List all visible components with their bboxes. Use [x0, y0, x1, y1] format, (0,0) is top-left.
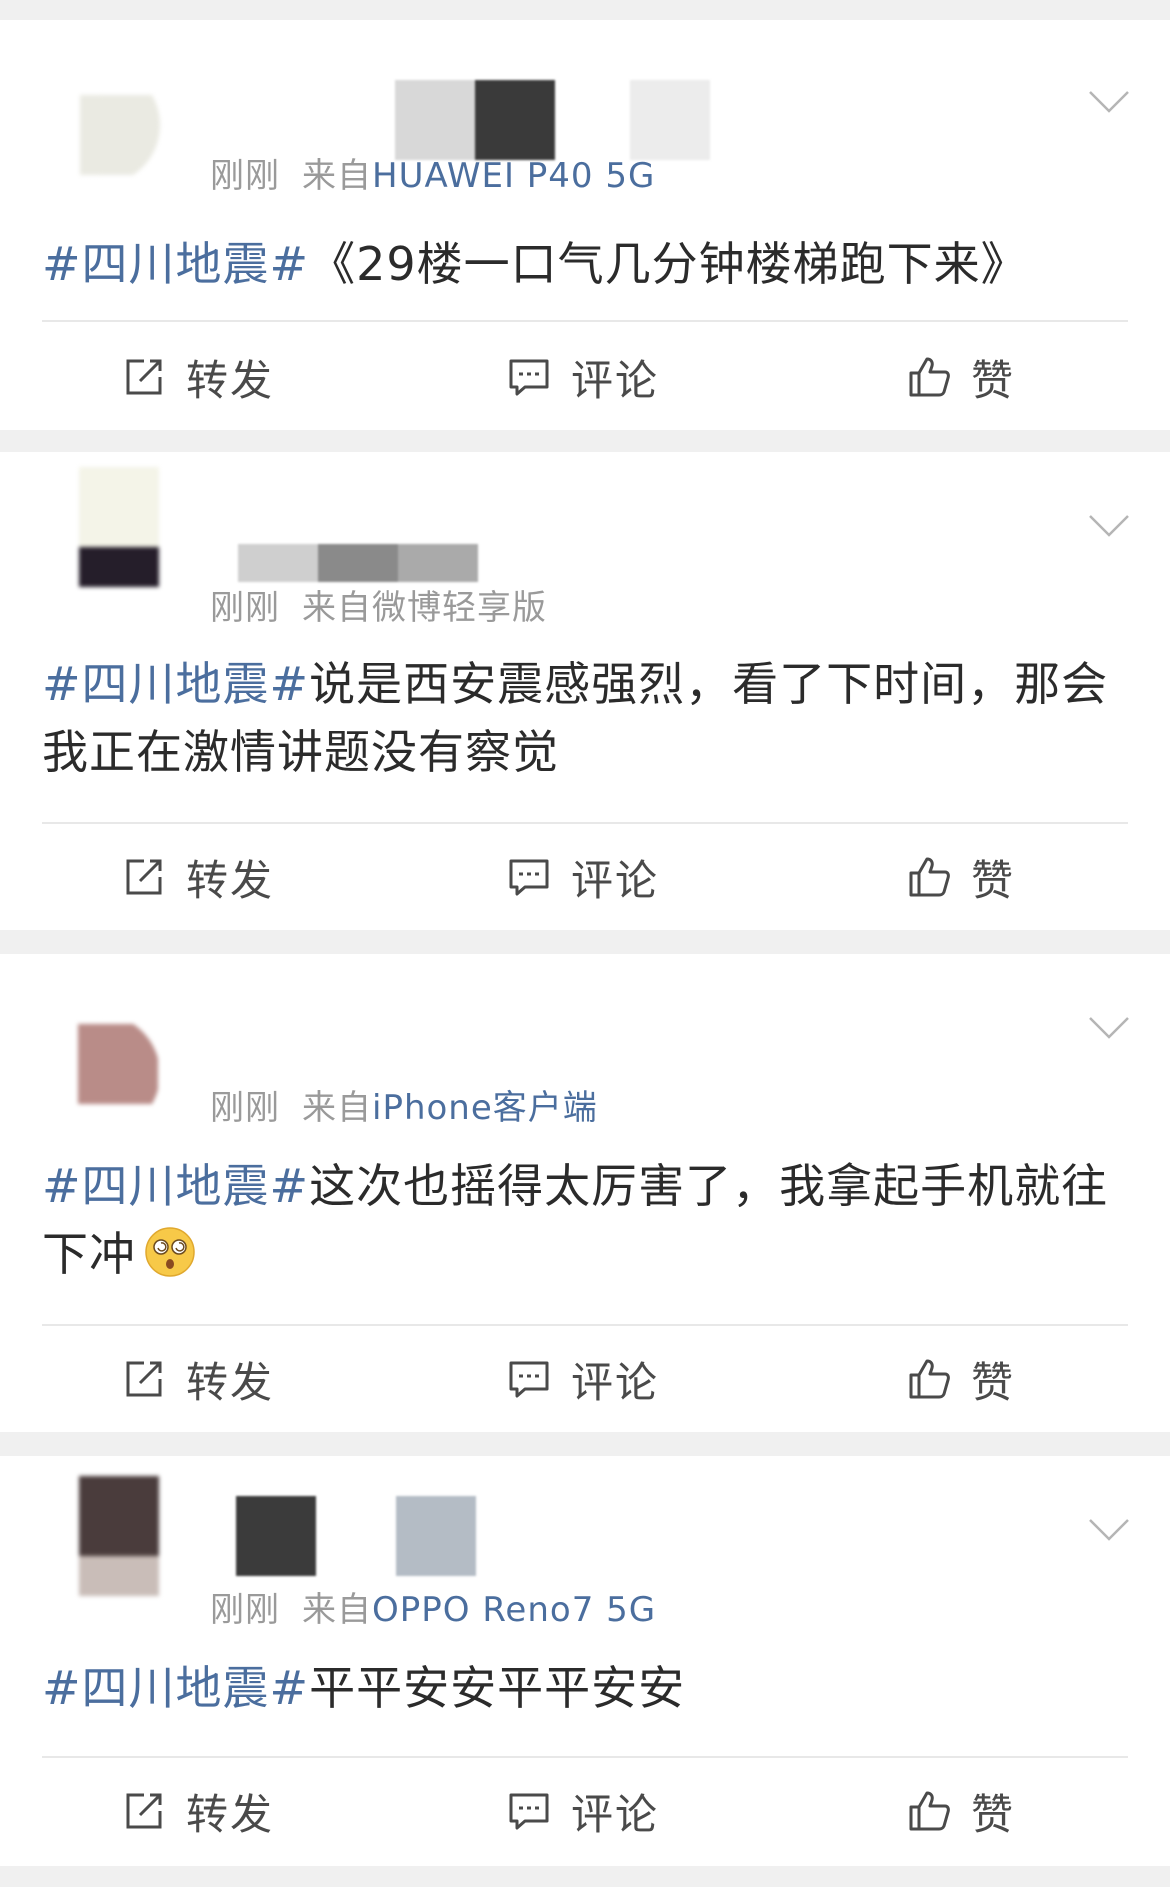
post-source[interactable]: iPhone客户端	[372, 1088, 598, 1128]
chevron-down-icon[interactable]	[1088, 1518, 1130, 1542]
post-text: #四川地震#这次也摇得太厉害了，我拿起手机就往下冲	[42, 1152, 1122, 1288]
post-source[interactable]: HUAWEI P40 5G	[372, 156, 655, 196]
like-label: 赞	[971, 355, 1016, 405]
repost-button[interactable]: 转发	[120, 824, 274, 930]
chevron-down-icon[interactable]	[1088, 90, 1130, 114]
topic-link[interactable]: #四川地震#	[42, 1159, 309, 1213]
comment-button[interactable]: 评论	[505, 1326, 659, 1432]
comment-label: 评论	[571, 1357, 660, 1407]
like-label: 赞	[971, 855, 1016, 905]
action-bar: 转发 评论 赞	[0, 324, 1170, 430]
topic-link[interactable]: #四川地震#	[42, 237, 309, 291]
like-label: 赞	[971, 1357, 1016, 1407]
repost-label: 转发	[186, 355, 275, 405]
source-prefix: 来自	[302, 1088, 372, 1128]
avatar[interactable]	[40, 65, 160, 185]
repost-icon	[126, 1361, 162, 1397]
repost-icon	[126, 1793, 162, 1829]
weibo-post-card: 刚刚 来自HUAWEI P40 5G #四川地震#《29楼一口气几分钟楼梯跑下来》…	[0, 20, 1170, 430]
source-prefix: 来自	[302, 1590, 372, 1630]
like-button[interactable]: 赞	[905, 1758, 1015, 1864]
comment-button[interactable]: 评论	[505, 324, 659, 430]
divider	[42, 320, 1128, 322]
comment-label: 评论	[571, 1789, 660, 1839]
comment-label: 评论	[571, 355, 660, 405]
topic-link[interactable]: #四川地震#	[42, 1661, 309, 1715]
post-meta: 刚刚 来自OPPO Reno7 5G	[210, 1582, 656, 1631]
thumbs-up-icon	[909, 357, 950, 397]
like-button[interactable]: 赞	[905, 324, 1015, 430]
repost-label: 转发	[186, 855, 275, 905]
post-time: 刚刚	[210, 1590, 280, 1630]
username-redacted[interactable]	[200, 1496, 720, 1576]
dizzy-face-emoji-icon	[145, 1227, 195, 1277]
weibo-post-card: 刚刚 来自OPPO Reno7 5G #四川地震#平平安安平平安安 转发 评论 赞	[0, 1456, 1170, 1866]
like-label: 赞	[971, 1789, 1016, 1839]
thumbs-up-icon	[909, 1791, 950, 1831]
chevron-down-icon[interactable]	[1088, 1016, 1130, 1040]
post-meta: 刚刚 来自微博轻享版	[210, 580, 547, 629]
thumbs-up-icon	[909, 857, 950, 897]
post-body: 平平安安平平安安	[309, 1661, 686, 1715]
comment-icon	[509, 359, 549, 396]
action-bar: 转发 评论 赞	[0, 824, 1170, 930]
post-time: 刚刚	[210, 1088, 280, 1128]
post-text: #四川地震#说是西安震感强烈，看了下时间，那会我正在激情讲题没有察觉	[42, 650, 1122, 786]
avatar[interactable]	[40, 1476, 160, 1596]
topic-link[interactable]: #四川地震#	[42, 657, 309, 711]
thumbs-up-icon	[909, 1359, 950, 1399]
post-text: #四川地震#《29楼一口气几分钟楼梯跑下来》	[42, 230, 1122, 298]
avatar[interactable]	[40, 1014, 160, 1134]
repost-icon	[126, 359, 162, 395]
post-meta: 刚刚 来自HUAWEI P40 5G	[210, 148, 655, 197]
source-prefix: 来自	[302, 588, 372, 628]
action-bar: 转发 评论 赞	[0, 1758, 1170, 1864]
repost-icon	[126, 859, 162, 895]
post-time: 刚刚	[210, 588, 280, 628]
post-text: #四川地震#平平安安平平安安	[42, 1654, 1122, 1722]
avatar[interactable]	[40, 467, 160, 587]
post-body: 《29楼一口气几分钟楼梯跑下来》	[309, 237, 1028, 291]
repost-label: 转发	[186, 1357, 275, 1407]
source-prefix: 来自	[302, 156, 372, 196]
comment-button[interactable]: 评论	[505, 1758, 659, 1864]
post-time: 刚刚	[210, 156, 280, 196]
post-source[interactable]: OPPO Reno7 5G	[372, 1590, 656, 1630]
action-bar: 转发 评论 赞	[0, 1326, 1170, 1432]
comment-label: 评论	[571, 855, 660, 905]
post-source[interactable]: 微博轻享版	[372, 588, 547, 628]
comment-icon	[509, 859, 549, 896]
repost-label: 转发	[186, 1789, 275, 1839]
weibo-post-card: 刚刚 来自微博轻享版 #四川地震#说是西安震感强烈，看了下时间，那会我正在激情讲题…	[0, 452, 1170, 930]
comment-button[interactable]: 评论	[505, 824, 659, 930]
post-meta: 刚刚 来自iPhone客户端	[210, 1080, 598, 1129]
repost-button[interactable]: 转发	[120, 1758, 274, 1864]
username-redacted[interactable]	[200, 544, 720, 582]
comment-icon	[509, 1793, 549, 1830]
repost-button[interactable]: 转发	[120, 324, 274, 430]
like-button[interactable]: 赞	[905, 824, 1015, 930]
chevron-down-icon[interactable]	[1088, 514, 1130, 538]
comment-icon	[509, 1361, 549, 1398]
like-button[interactable]: 赞	[905, 1326, 1015, 1432]
weibo-post-card: 刚刚 来自iPhone客户端 #四川地震#这次也摇得太厉害了，我拿起手机就往下冲 …	[0, 954, 1170, 1432]
repost-button[interactable]: 转发	[120, 1326, 274, 1432]
